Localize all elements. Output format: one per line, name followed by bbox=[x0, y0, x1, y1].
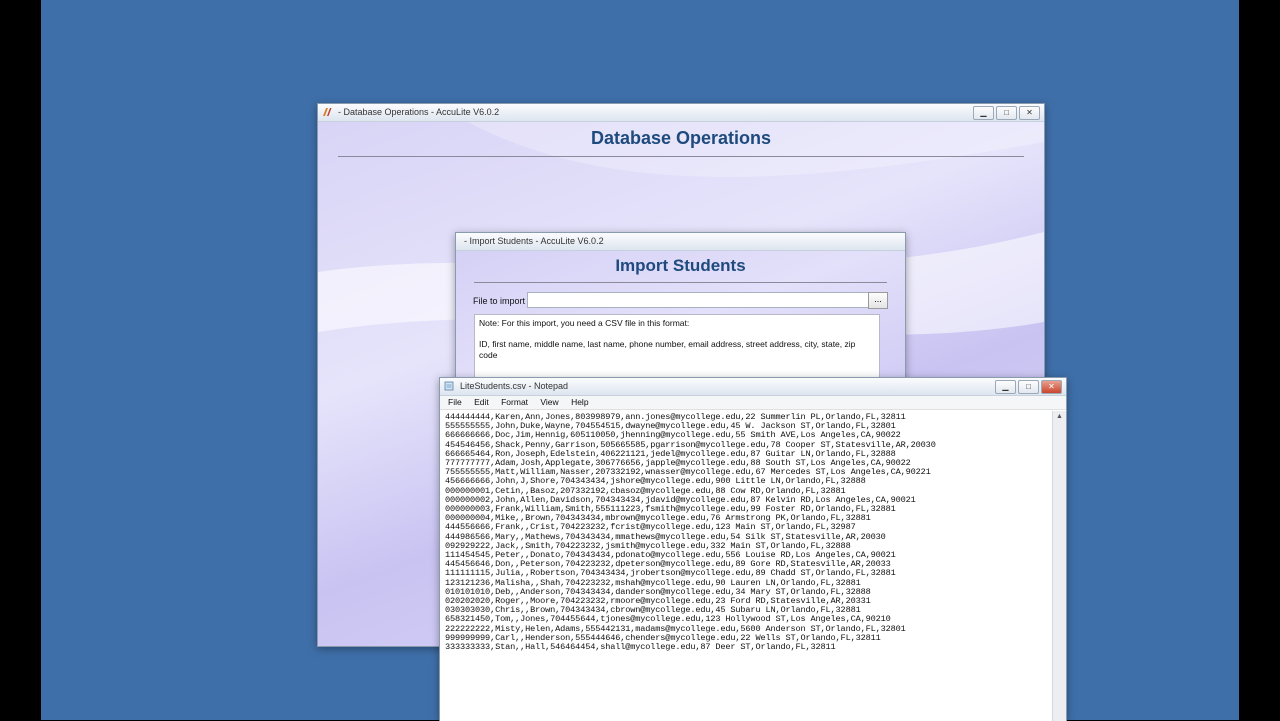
menu-view[interactable]: View bbox=[540, 397, 558, 407]
close-button[interactable]: ✕ bbox=[1019, 106, 1040, 120]
title-divider bbox=[338, 156, 1024, 157]
notepad-text-area[interactable]: 444444444,Karen,Ann,Jones,803998979,ann.… bbox=[440, 411, 1052, 721]
import-window-title: - Import Students - AccuLite V6.0.2 bbox=[464, 236, 604, 246]
db-page-title: Database Operations bbox=[590, 128, 772, 148]
import-title-divider bbox=[474, 282, 887, 283]
acculite-app-icon bbox=[323, 108, 332, 116]
notepad-titlebar[interactable]: LiteStudents.csv - Notepad ▁ □ ✕ bbox=[440, 378, 1066, 396]
file-to-import-label: File to import bbox=[473, 296, 526, 306]
format-note-line-1: Note: For this import, you need a CSV fi… bbox=[479, 318, 690, 328]
menu-help[interactable]: Help bbox=[571, 397, 588, 407]
notepad-menubar: File Edit Format View Help bbox=[440, 396, 1066, 410]
file-to-import-input[interactable] bbox=[527, 292, 873, 308]
format-note-line-2: ID, first name, middle name, last name, … bbox=[479, 339, 856, 360]
notepad-icon bbox=[444, 381, 454, 391]
notepad-scrollbar[interactable]: ▲ bbox=[1052, 411, 1066, 721]
import-window-titlebar[interactable]: - Import Students - AccuLite V6.0.2 bbox=[456, 233, 905, 251]
db-window-titlebar[interactable]: - Database Operations - AccuLite V6.0.2 … bbox=[318, 104, 1044, 122]
minimize-button[interactable]: ▁ bbox=[973, 106, 994, 120]
notepad-title: LiteStudents.csv - Notepad bbox=[460, 381, 569, 391]
import-page-title: Import Students bbox=[615, 256, 746, 275]
scroll-up-icon[interactable]: ▲ bbox=[1053, 411, 1066, 423]
import-window-body: Import Students File to import ... Note:… bbox=[456, 251, 905, 393]
menu-format[interactable]: Format bbox=[501, 397, 528, 407]
menu-file[interactable]: File bbox=[448, 397, 462, 407]
browse-button[interactable]: ... bbox=[868, 292, 888, 309]
notepad-maximize-button[interactable]: □ bbox=[1018, 380, 1039, 394]
maximize-button[interactable]: □ bbox=[996, 106, 1017, 120]
notepad-close-button[interactable]: ✕ bbox=[1041, 380, 1062, 394]
desktop: - Database Operations - AccuLite V6.0.2 … bbox=[41, 0, 1239, 721]
notepad-window: LiteStudents.csv - Notepad ▁ □ ✕ File Ed… bbox=[439, 377, 1067, 721]
menu-edit[interactable]: Edit bbox=[474, 397, 489, 407]
csv-line: 333333333,Stan,,Hall,546464454,shall@myc… bbox=[445, 642, 836, 653]
db-window-title: - Database Operations - AccuLite V6.0.2 bbox=[338, 107, 500, 117]
import-students-window: - Import Students - AccuLite V6.0.2 Impo… bbox=[455, 232, 906, 394]
notepad-minimize-button[interactable]: ▁ bbox=[995, 380, 1016, 394]
